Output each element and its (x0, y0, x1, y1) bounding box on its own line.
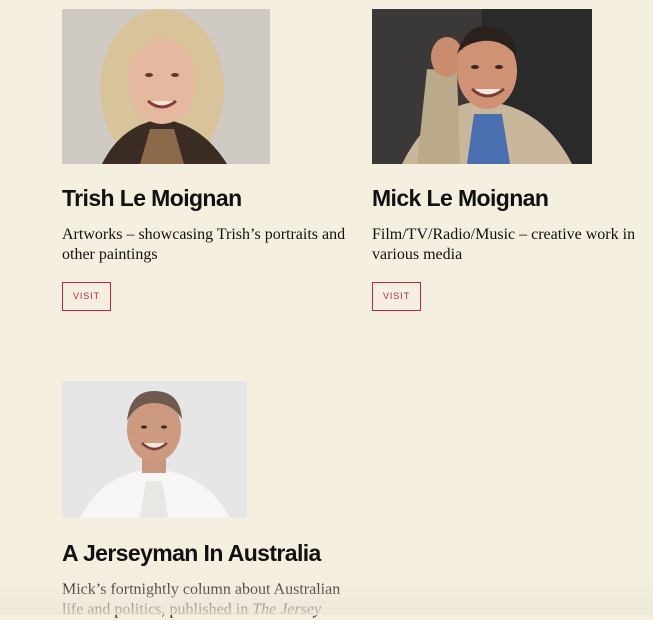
portrait-image (62, 381, 247, 518)
portrait-image (372, 9, 592, 164)
card-title[interactable]: Trish Le Moignan (62, 185, 242, 211)
jerseyman-photo[interactable] (62, 381, 247, 518)
visit-button[interactable]: VISIT (62, 282, 111, 311)
card-jerseyman: A Jerseyman In Australia Mick’s fortnigh… (62, 381, 362, 618)
publication-name: The Jersey (252, 601, 322, 618)
card-mick: Mick Le Moignan Film/TV/Radio/Music – cr… (372, 9, 653, 319)
card-description: Film/TV/Radio/Music – creative work in v… (372, 226, 636, 263)
visit-button[interactable]: VISIT (372, 282, 421, 311)
card-description: Mick’s fortnightly column about Australi… (62, 580, 357, 620)
card-trish: Trish Le Moignan Artworks – showcasing T… (62, 9, 362, 319)
card-title[interactable]: A Jerseyman In Australia (62, 540, 321, 566)
portrait-image (62, 9, 270, 164)
trish-photo[interactable] (62, 9, 270, 164)
card-title[interactable]: Mick Le Moignan (372, 185, 549, 211)
card-description: Artworks – showcasing Trish’s portraits … (62, 226, 346, 263)
mick-photo[interactable] (372, 9, 592, 164)
